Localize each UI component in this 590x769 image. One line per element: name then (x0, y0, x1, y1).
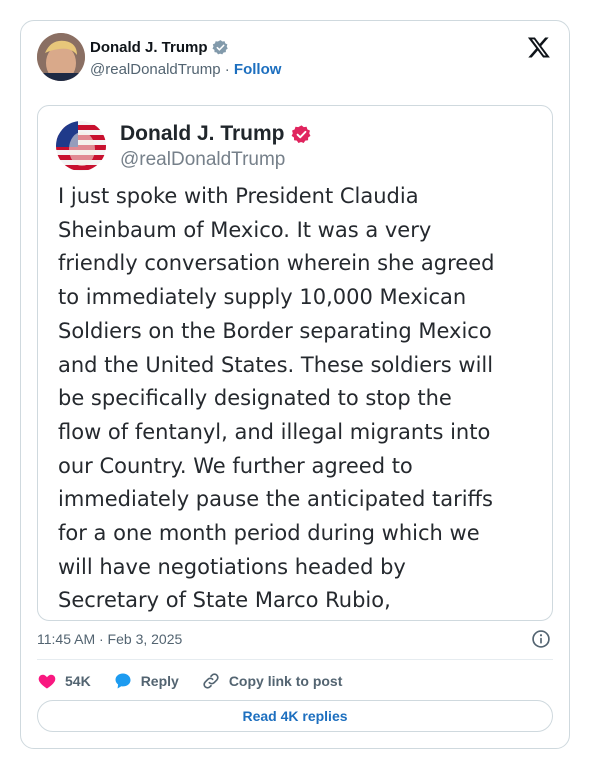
body-line: Soldiers on the Border separating Mexico (58, 318, 492, 343)
embedded-post-body: I just spoke with President Claudia Shei… (58, 180, 538, 618)
tweet-card: Donald J. Trump @realDonaldTrump · Follo… (20, 20, 570, 749)
author-name[interactable]: Donald J. Trump (90, 39, 229, 56)
body-line: immediately pause the anticipated tariff… (58, 487, 493, 512)
reply-label: Reply (140, 673, 179, 689)
body-line: flow of fentanyl, and illegal migrants i… (58, 419, 491, 444)
link-icon (203, 673, 219, 689)
reply-button[interactable]: Reply (113, 671, 179, 691)
body-line: our Country. We further agreed to (58, 453, 413, 478)
post-timestamp[interactable]: 11:45 AM · Feb 3, 2025 (37, 631, 182, 647)
like-button[interactable]: 54K (37, 671, 91, 691)
body-line: Sheinbaum of Mexico. It was a very (58, 217, 432, 242)
author-name-text[interactable]: Donald J. Trump (90, 39, 208, 56)
like-count: 54K (65, 673, 91, 689)
follow-button[interactable]: Follow (234, 61, 282, 78)
embedded-post-image[interactable]: Donald J. Trump @realDonaldTrump I just … (37, 105, 553, 621)
copy-link-button[interactable]: Copy link to post (201, 671, 343, 691)
body-line: friendly conversation wherein she agreed (58, 251, 495, 276)
author-handle-row: @realDonaldTrump · Follow (90, 61, 281, 78)
body-line: be specifically designated to stop the (58, 386, 452, 411)
verified-badge-icon (291, 124, 310, 143)
author-avatar[interactable] (37, 33, 85, 81)
body-line: and the United States. These soldiers wi… (58, 352, 494, 377)
embedded-author-name: Donald J. Trump (120, 122, 312, 146)
body-line: to immediately supply 10,000 Mexican (58, 285, 467, 310)
body-line: Secretary of State Marco Rubio, (58, 588, 391, 613)
embedded-author-handle: @realDonaldTrump (120, 149, 286, 170)
verified-badge-icon (212, 40, 228, 55)
copy-link-label: Copy link to post (228, 673, 343, 689)
body-line: I just spoke with President Claudia (58, 184, 419, 208)
embedded-avatar (56, 121, 106, 171)
separator: · (224, 61, 230, 78)
speech-bubble-icon (115, 673, 131, 689)
divider (37, 659, 553, 660)
body-line: will have negotiations headed by (58, 554, 406, 579)
body-line: for a one month period during which we (58, 521, 480, 546)
info-icon[interactable] (531, 629, 551, 649)
author-handle[interactable]: @realDonaldTrump (90, 61, 221, 78)
read-replies-button[interactable]: Read 4K replies (37, 700, 553, 732)
x-logo-icon[interactable] (527, 35, 551, 59)
embedded-author-name-text: Donald J. Trump (120, 122, 285, 145)
heart-icon (38, 674, 56, 689)
action-bar: 54K Reply Copy link to post (37, 671, 364, 691)
